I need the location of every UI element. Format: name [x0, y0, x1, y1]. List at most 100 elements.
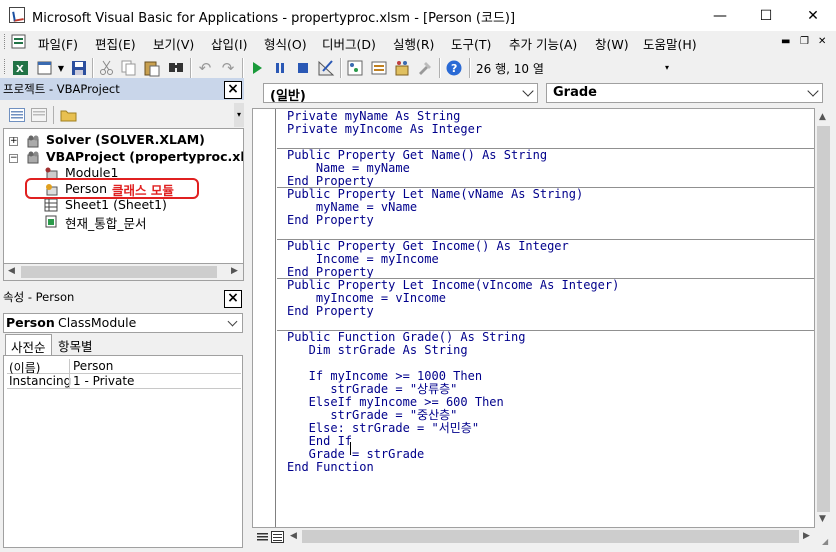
menu-addins[interactable]: 추가 기능(A) [509, 34, 577, 53]
collapse-solver-icon[interactable]: + [9, 137, 18, 146]
menu-format[interactable]: 형식(O) [264, 34, 307, 53]
cursor-position-label: 26 행, 10 열 [476, 62, 544, 76]
chevron-down-icon[interactable] [522, 85, 534, 97]
procedure-combo[interactable]: Grade [546, 83, 823, 103]
scroll-left-icon[interactable]: ◀ [8, 266, 15, 276]
close-button[interactable]: ✕ [790, 0, 836, 31]
toolbar-separator [190, 58, 192, 78]
full-module-view-icon[interactable] [271, 531, 284, 543]
toolbox-icon[interactable] [416, 59, 434, 77]
run-icon[interactable] [248, 59, 266, 77]
tree-item-thisworkbook[interactable]: 현재_통합_문서 [65, 213, 147, 232]
annotation-label: 클래스 모듈 [112, 183, 174, 198]
tab-alphabetic[interactable]: 사전순 [5, 334, 52, 355]
help-icon[interactable]: ? [445, 59, 463, 77]
design-mode-icon[interactable] [317, 59, 335, 77]
code-horizontal-scrollbar[interactable]: ◀ ▶ [286, 528, 816, 545]
tree-item-sheet1[interactable]: Sheet1 (Sheet1) [65, 197, 167, 212]
reset-icon[interactable] [294, 59, 312, 77]
scroll-left-icon[interactable]: ◀ [290, 531, 297, 541]
properties-window-icon[interactable] [370, 59, 388, 77]
procedure-separator [277, 278, 814, 279]
mdi-close-button[interactable]: ✕ [818, 36, 826, 47]
properties-pane-close-button[interactable]: × [224, 290, 242, 308]
toolbar-grip-handle[interactable] [4, 59, 7, 74]
project-pane-title: 프로젝트 - VBAProject [0, 78, 244, 100]
procedure-view-icon[interactable] [256, 531, 269, 543]
menu-insert[interactable]: 삽입(I) [211, 34, 247, 53]
maximize-button[interactable]: ☐ [743, 0, 789, 31]
property-row[interactable]: (이름) Person [7, 359, 241, 375]
scroll-right-icon[interactable]: ▶ [231, 266, 238, 276]
menu-help[interactable]: 도움말(H) [643, 34, 697, 53]
project-pane-title-text: 프로젝트 - VBAProject [3, 82, 120, 96]
mdi-minimize-button[interactable]: ▬ [781, 36, 790, 47]
insert-dropdown-icon[interactable]: ▼ [56, 59, 66, 77]
scroll-down-icon[interactable]: ▼ [819, 514, 826, 524]
view-code-icon[interactable] [9, 108, 25, 122]
code-line[interactable]: Private myIncome As Integer [287, 123, 482, 136]
chevron-down-icon[interactable] [227, 316, 238, 327]
procedure-separator [277, 330, 814, 331]
menu-run[interactable]: 실행(R) [393, 34, 434, 53]
chevron-down-icon[interactable] [807, 85, 819, 97]
window-title: Microsoft Visual Basic for Applications … [32, 11, 516, 26]
object-selector-combo[interactable]: Person ClassModule [3, 313, 243, 333]
undo-icon[interactable]: ↶ [196, 59, 214, 77]
property-value[interactable]: 1 - Private [73, 374, 134, 388]
scroll-up-icon[interactable]: ▲ [819, 112, 826, 122]
insert-userform-icon[interactable] [36, 59, 54, 77]
minimize-button[interactable]: — [697, 0, 743, 31]
code-line[interactable]: End Property [287, 305, 374, 318]
scroll-right-icon[interactable]: ▶ [803, 531, 810, 541]
text-cursor [350, 442, 351, 455]
cut-icon[interactable] [98, 59, 116, 77]
project-pane-close-button[interactable]: × [224, 81, 242, 99]
scroll-thumb[interactable] [302, 530, 799, 543]
view-excel-icon[interactable]: X [12, 59, 30, 77]
tree-item-solver[interactable]: Solver (SOLVER.XLAM) [46, 132, 205, 147]
menu-file[interactable]: 파일(F) [38, 34, 78, 53]
code-line[interactable]: Dim strGrade As String [287, 344, 468, 357]
menu-edit[interactable]: 편집(E) [95, 34, 136, 53]
toggle-folders-icon[interactable] [60, 108, 78, 122]
project-horizontal-scrollbar[interactable]: ◀ ▶ [3, 264, 244, 281]
find-icon[interactable] [167, 59, 185, 77]
code-line[interactable]: End Property [287, 214, 374, 227]
vba-app-icon [9, 7, 25, 23]
tree-item-vbaproject[interactable]: VBAProject (propertyproc.xlsm [46, 149, 243, 164]
save-icon[interactable] [70, 59, 88, 77]
size-grip-icon[interactable]: ◢ [822, 537, 832, 547]
collapse-vbaproject-icon[interactable]: − [9, 154, 18, 163]
object-combo[interactable]: (일반) [263, 83, 538, 104]
object-browser-icon[interactable] [393, 59, 411, 77]
menu-view[interactable]: 보기(V) [153, 34, 194, 53]
property-row[interactable]: Instancing 1 - Private [7, 374, 241, 389]
redo-icon[interactable]: ↷ [219, 59, 237, 77]
view-object-icon[interactable] [31, 108, 47, 122]
column-divider [69, 374, 70, 389]
menu-tools[interactable]: 도구(T) [451, 34, 491, 53]
procedure-separator [277, 239, 814, 240]
worksheet-icon [44, 198, 58, 212]
menu-window[interactable]: 창(W) [595, 34, 629, 53]
menu-debug[interactable]: 디버그(D) [322, 34, 376, 53]
pane-toolbar-separator [53, 106, 54, 124]
scroll-thumb[interactable] [21, 266, 217, 278]
property-value[interactable]: Person [73, 359, 113, 373]
mdi-restore-button[interactable]: ❐ [800, 36, 809, 47]
toolbar-overflow-icon[interactable]: ▾ [662, 58, 672, 78]
margin-indicator-bar[interactable] [253, 109, 276, 527]
column-divider [69, 359, 70, 374]
copy-icon[interactable] [120, 59, 138, 77]
project-explorer-icon[interactable] [346, 59, 364, 77]
pane-toolbar-overflow-icon[interactable]: ▾ [234, 103, 244, 127]
break-icon[interactable] [271, 59, 289, 77]
code-vertical-scrollbar[interactable]: ▲ ▼ [815, 108, 832, 528]
excel-document-icon[interactable] [11, 34, 27, 50]
menu-grip-handle[interactable] [4, 34, 7, 49]
code-line[interactable]: End Function [287, 461, 374, 474]
scroll-thumb[interactable] [817, 126, 830, 512]
paste-icon[interactable] [143, 59, 161, 77]
tab-categorized[interactable]: 항목별 [53, 334, 98, 355]
